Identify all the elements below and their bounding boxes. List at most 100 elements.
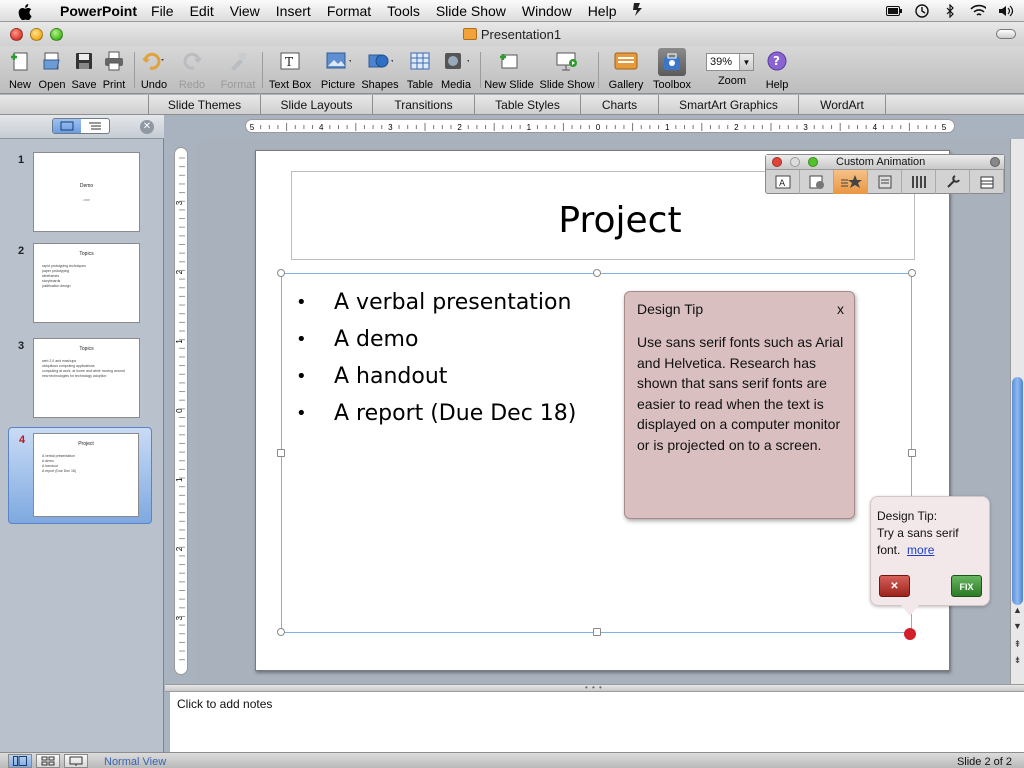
notes-splitter[interactable]: • • • <box>165 684 1024 692</box>
bullet-item[interactable]: • A demo <box>296 321 576 358</box>
volume-icon[interactable] <box>998 4 1014 18</box>
resize-handle-top-left[interactable] <box>277 269 285 277</box>
horizontal-ruler[interactable]: 5 4 3 2 1 0 1 2 3 4 5 <box>245 119 955 133</box>
outline-view-icon[interactable] <box>81 119 109 133</box>
more-link[interactable]: more <box>907 543 934 557</box>
redo-button[interactable]: Redo <box>170 48 214 91</box>
slide-thumbnail-2[interactable]: 2 Topics rapid prototyping techniques pa… <box>8 243 152 337</box>
resize-handle-right[interactable] <box>908 449 916 457</box>
drag-handle-icon[interactable]: • • • <box>585 684 603 692</box>
slide-show-label: Slide Show <box>539 79 595 91</box>
menu-view[interactable]: View <box>222 0 268 22</box>
menu-file[interactable]: File <box>143 0 182 22</box>
help-button[interactable]: ? Help <box>755 48 799 91</box>
close-pane-icon[interactable]: ✕ <box>140 120 154 134</box>
formatting-palette-icon[interactable]: A <box>766 170 800 194</box>
bullet-text[interactable]: A handout <box>334 358 447 395</box>
zoom-select[interactable]: 39% ▼ <box>706 53 754 71</box>
menu-slide-show[interactable]: Slide Show <box>428 0 514 22</box>
menu-format[interactable]: Format <box>319 0 379 22</box>
slide-sorter-view-button[interactable] <box>36 754 60 768</box>
custom-animation-icon[interactable] <box>834 170 868 194</box>
tab-wordart[interactable]: WordArt <box>798 95 886 115</box>
scroll-down-arrow-icon[interactable]: ▼ <box>1011 621 1024 631</box>
menu-insert[interactable]: Insert <box>268 0 319 22</box>
tab-slide-themes[interactable]: Slide Themes <box>148 95 260 115</box>
scrapbook-icon[interactable] <box>868 170 902 194</box>
menu-edit[interactable]: Edit <box>182 0 222 22</box>
reference-tools-icon[interactable] <box>902 170 936 194</box>
toolbox-button[interactable]: Toolbox <box>650 48 694 91</box>
vertical-scrollbar[interactable]: ▲ ▼ ⇞ ⇟ <box>1010 139 1024 684</box>
slide-title[interactable]: Project <box>292 200 914 241</box>
chevron-down-icon[interactable]: ▼ <box>739 54 753 70</box>
minimize-palette-button[interactable] <box>790 157 800 167</box>
resize-handle-top[interactable] <box>593 269 601 277</box>
picture-button[interactable]: Picture <box>316 48 360 91</box>
ruler-ticks: 5 4 3 2 1 0 1 2 3 4 5 <box>250 123 947 132</box>
slide-show-button[interactable]: Slide Show <box>539 48 595 91</box>
media-button[interactable]: Media <box>434 48 478 91</box>
shapes-button[interactable]: Shapes <box>358 48 402 91</box>
design-tip-close-button[interactable]: x <box>837 301 844 317</box>
scrollbar-thumb[interactable] <box>1012 377 1023 605</box>
next-slide-icon[interactable]: ⇟ <box>1011 655 1024 666</box>
bluetooth-icon[interactable] <box>942 4 958 18</box>
bullet-text[interactable]: A demo <box>334 321 418 358</box>
bullet-text[interactable]: A report (Due Dec 18) <box>334 395 576 432</box>
fix-button[interactable]: FIX <box>951 575 982 597</box>
bullet-item[interactable]: • A handout <box>296 358 576 395</box>
ruler-label: 2 <box>457 123 462 132</box>
zoom-button[interactable]: Zoom <box>710 70 754 87</box>
menu-window[interactable]: Window <box>514 0 580 22</box>
notes-placeholder[interactable]: Click to add notes <box>177 697 272 711</box>
dismiss-tip-button[interactable]: ✕ <box>879 575 910 597</box>
normal-view-button[interactable] <box>8 754 32 768</box>
tab-transitions[interactable]: Transitions <box>372 95 474 115</box>
palette-options-icon[interactable] <box>990 157 1000 167</box>
format-button[interactable]: Format <box>216 48 260 91</box>
tip-anchor-marker[interactable] <box>904 628 916 640</box>
object-palette-icon[interactable] <box>800 170 834 194</box>
wrench-icon[interactable] <box>936 170 970 194</box>
zoom-palette-button[interactable] <box>808 157 818 167</box>
bullet-item[interactable]: • A report (Due Dec 18) <box>296 395 576 432</box>
toolbar-toggle-button[interactable] <box>996 29 1016 39</box>
bullet-text[interactable]: A verbal presentation <box>334 284 571 321</box>
printer-icon <box>101 48 127 74</box>
apple-menu-icon[interactable] <box>18 3 38 20</box>
tab-slide-layouts[interactable]: Slide Layouts <box>260 95 372 115</box>
slide-thumbnail-1[interactable]: 1 Demo 2008 <box>8 152 152 246</box>
slides-view-icon[interactable] <box>53 119 81 133</box>
slide-show-view-button[interactable] <box>64 754 88 768</box>
scroll-up-arrow-icon[interactable]: ▲ <box>1011 605 1024 615</box>
resize-handle-top-right[interactable] <box>908 269 916 277</box>
gallery-button[interactable]: Gallery <box>604 48 648 91</box>
menu-tools[interactable]: Tools <box>379 0 428 22</box>
text-box-button[interactable]: T Text Box <box>268 48 312 91</box>
slide-thumbnail-4[interactable]: 4 Project A verbal presentation A demo A… <box>8 427 152 524</box>
resize-handle-bottom[interactable] <box>593 628 601 636</box>
print-button[interactable]: Print <box>92 48 136 91</box>
battery-icon[interactable] <box>886 4 902 18</box>
previous-slide-icon[interactable]: ⇞ <box>1011 639 1024 650</box>
bullet-item[interactable]: • A verbal presentation <box>296 284 576 321</box>
time-machine-icon[interactable] <box>914 4 930 18</box>
slide-thumbnail-3[interactable]: 3 Topics web 2.0 and mashups ubiquitous … <box>8 338 152 432</box>
tab-charts[interactable]: Charts <box>580 95 658 115</box>
resize-handle-left[interactable] <box>277 449 285 457</box>
script-menu-icon[interactable] <box>624 0 652 22</box>
tab-smartart-graphics[interactable]: SmartArt Graphics <box>658 95 798 115</box>
menu-app-name[interactable]: PowerPoint <box>52 0 143 22</box>
bullet-list[interactable]: • A verbal presentation • A demo • A handou… <box>296 284 576 432</box>
vertical-ruler[interactable]: 3210123 <box>174 147 188 675</box>
bullet-glyph: • <box>296 366 307 387</box>
tab-table-styles[interactable]: Table Styles <box>474 95 580 115</box>
resize-handle-bottom-left[interactable] <box>277 628 285 636</box>
notes-pane[interactable]: Click to add notes <box>170 692 1024 752</box>
menu-help[interactable]: Help <box>580 0 625 22</box>
project-palette-icon[interactable] <box>970 170 1004 194</box>
new-slide-button[interactable]: New Slide <box>484 48 534 91</box>
wifi-icon[interactable] <box>970 4 986 18</box>
close-palette-button[interactable] <box>772 157 782 167</box>
